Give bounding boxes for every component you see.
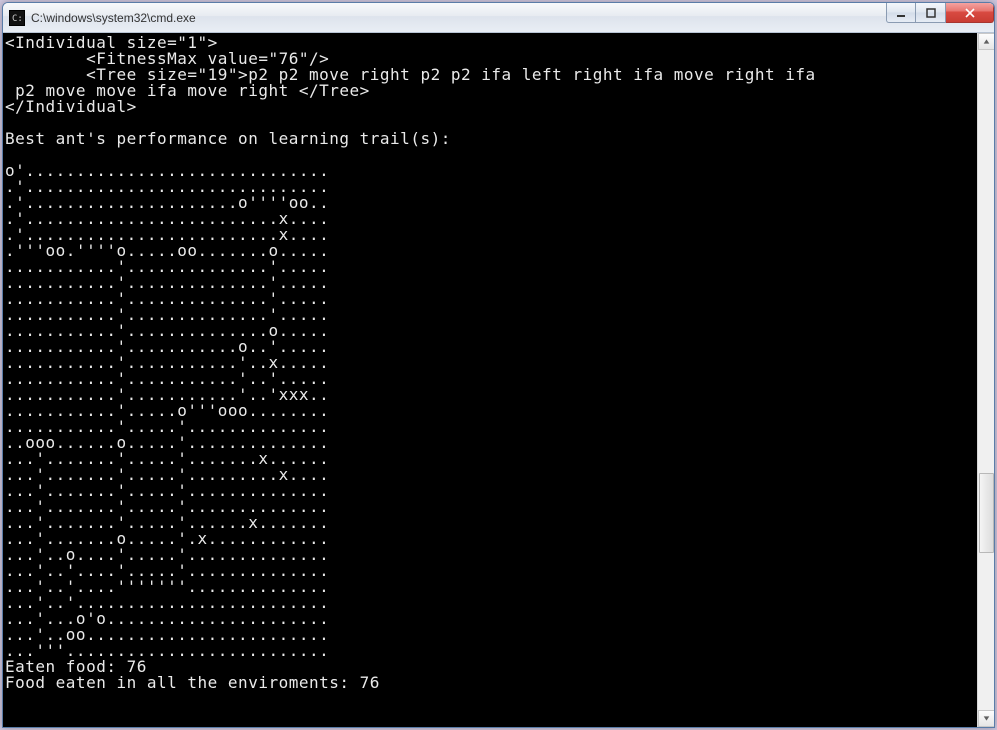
close-button[interactable] xyxy=(946,3,994,23)
vertical-scrollbar[interactable] xyxy=(977,33,994,727)
minimize-button[interactable] xyxy=(886,3,916,23)
app-window: C: C:\windows\system32\cmd.exe <Individu… xyxy=(2,2,995,728)
scroll-up-button[interactable] xyxy=(978,33,995,50)
svg-text:C:: C: xyxy=(12,14,23,24)
scroll-thumb[interactable] xyxy=(979,473,994,553)
cmd-icon: C: xyxy=(9,10,25,26)
window-title: C:\windows\system32\cmd.exe xyxy=(31,11,196,25)
scroll-down-button[interactable] xyxy=(978,710,995,727)
client-area: <Individual size="1"> <FitnessMax value=… xyxy=(3,33,994,727)
window-controls xyxy=(886,3,994,32)
titlebar[interactable]: C: C:\windows\system32\cmd.exe xyxy=(3,3,994,33)
console-output: <Individual size="1"> <FitnessMax value=… xyxy=(3,33,977,727)
maximize-button[interactable] xyxy=(916,3,946,23)
